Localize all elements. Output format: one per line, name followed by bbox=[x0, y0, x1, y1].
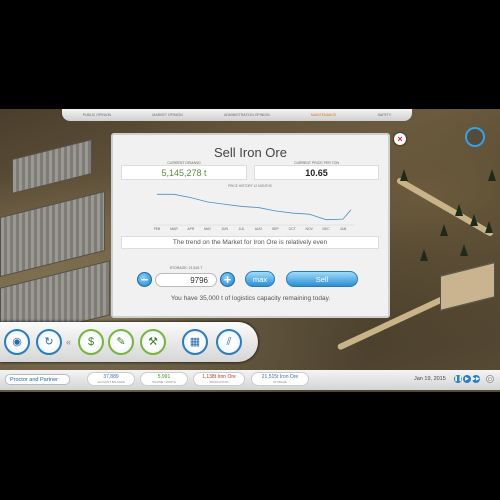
tree bbox=[460, 244, 468, 256]
pause-button[interactable]: ❚❚ bbox=[454, 375, 462, 383]
processing-plant bbox=[440, 262, 495, 311]
globe-icon: ◉ bbox=[12, 336, 22, 348]
tab-market-opinion[interactable]: MARKET OPINION bbox=[152, 113, 182, 117]
collapse-arrows-icon[interactable]: « bbox=[66, 337, 71, 347]
company-name[interactable]: Proctor and Partner bbox=[5, 374, 70, 385]
buildings-button[interactable]: ▦ bbox=[182, 329, 208, 355]
refresh-icon: ↻ bbox=[44, 336, 54, 348]
tree bbox=[420, 249, 428, 261]
chart-tick-label: OCT bbox=[289, 227, 296, 231]
warehouse-roof bbox=[0, 190, 105, 278]
max-button[interactable]: max bbox=[245, 271, 275, 287]
tab-maintenance[interactable]: MAINTENANCE bbox=[311, 113, 336, 117]
game-date: Jan 19, 2015 bbox=[414, 376, 446, 382]
tab-public-opinion[interactable]: PUBLIC OPINION bbox=[83, 113, 111, 117]
chart-tick-label: APR bbox=[187, 227, 195, 231]
account-balance[interactable]: 37,889 ACCOUNT BALANCE bbox=[87, 372, 135, 386]
tab-safety[interactable]: SAFETY bbox=[378, 113, 392, 117]
build-button[interactable]: ⚒ bbox=[140, 329, 166, 355]
income-per-month[interactable]: 5,991 INCOME / MONTH bbox=[140, 372, 188, 386]
tree bbox=[485, 221, 493, 233]
chart-tick-labels: FEB MAR APR MAY JUN JUL AUG SEP OCT NOV DEC JAN bbox=[154, 227, 347, 231]
tree bbox=[455, 204, 463, 216]
current-demand-value: 5,145,278 t bbox=[121, 165, 247, 180]
price-history-chart: PRICE HISTORY 12 MONTHS FEB MAR APR MAY JUN J… bbox=[153, 184, 355, 231]
chart-tick-label: DEC bbox=[323, 227, 331, 231]
decrease-button[interactable]: − bbox=[137, 272, 152, 287]
account-balance-label: ACCOUNT BALANCE bbox=[97, 380, 125, 384]
play-button[interactable]: ▶ bbox=[463, 375, 471, 383]
chart-tick-label: MAR bbox=[170, 227, 178, 231]
production-label: PRODUCTION bbox=[209, 380, 229, 384]
close-button[interactable]: × bbox=[394, 133, 406, 145]
globe-button[interactable]: ◉ bbox=[4, 329, 30, 355]
chart-tick-label: MAY bbox=[204, 227, 212, 231]
game-screen: PUBLIC OPINION MARKET OPINION ADMINISTRA… bbox=[0, 0, 500, 500]
current-price-value: 10.65 bbox=[254, 165, 379, 180]
chart-tick-label: JUN bbox=[221, 227, 228, 231]
chart-tick-label: JAN bbox=[340, 227, 347, 231]
increase-button[interactable]: + bbox=[220, 272, 235, 287]
contract-button[interactable]: ✎ bbox=[108, 329, 134, 355]
sell-button[interactable]: Sell bbox=[286, 271, 358, 287]
tab-administration-opinion[interactable]: ADMINISTRATION OPINION bbox=[224, 113, 269, 117]
warehouse-roof bbox=[12, 139, 92, 194]
rail-button[interactable]: ⫽ bbox=[216, 329, 242, 355]
rail-icon: ⫽ bbox=[226, 336, 232, 348]
storage-label: STORAGE: 21,515 T bbox=[169, 266, 203, 270]
trend-message: The trend on the Market for Iron Ore is … bbox=[121, 236, 379, 249]
tree bbox=[440, 224, 448, 236]
storage-pill[interactable]: 21,515t Iron Ore STORAGE bbox=[251, 372, 309, 386]
dialog-title: Sell Iron Ore bbox=[214, 145, 287, 160]
refresh-button[interactable]: ↻ bbox=[36, 329, 62, 355]
production-pill[interactable]: 1,138t Iron Ore PRODUCTION bbox=[193, 372, 245, 386]
contract-icon: ✎ bbox=[116, 336, 126, 348]
storage-pill-label: STORAGE bbox=[273, 380, 287, 384]
fast-forward-button[interactable]: ▶▶ bbox=[472, 375, 480, 383]
tree bbox=[488, 169, 496, 181]
quantity-input[interactable]: 9796 bbox=[155, 273, 217, 287]
chart-tick-label: JUL bbox=[239, 227, 245, 231]
tree bbox=[400, 169, 408, 181]
income-label: INCOME / MONTH bbox=[152, 380, 176, 384]
price-series-line bbox=[157, 193, 352, 221]
build-icon: ⚒ bbox=[148, 336, 158, 348]
chart-title: PRICE HISTORY 12 MONTHS bbox=[228, 184, 272, 188]
money-icon: $ bbox=[87, 336, 95, 348]
minimap-button[interactable] bbox=[465, 127, 485, 147]
chart-tick-label: NOV bbox=[306, 227, 314, 231]
top-menu: PUBLIC OPINION MARKET OPINION ADMINISTRA… bbox=[62, 109, 412, 121]
buildings-icon: ▦ bbox=[189, 336, 201, 348]
finance-button[interactable]: $ bbox=[78, 329, 104, 355]
power-menu-button[interactable]: ⏻ bbox=[486, 375, 494, 383]
capacity-message: You have 35,000 t of logistics capacity … bbox=[170, 295, 331, 302]
chart-tick-label: AUG bbox=[255, 227, 263, 231]
chart-tick-label: SEP bbox=[272, 227, 280, 231]
chart-tick-label: FEB bbox=[154, 227, 161, 231]
tree bbox=[470, 214, 478, 226]
